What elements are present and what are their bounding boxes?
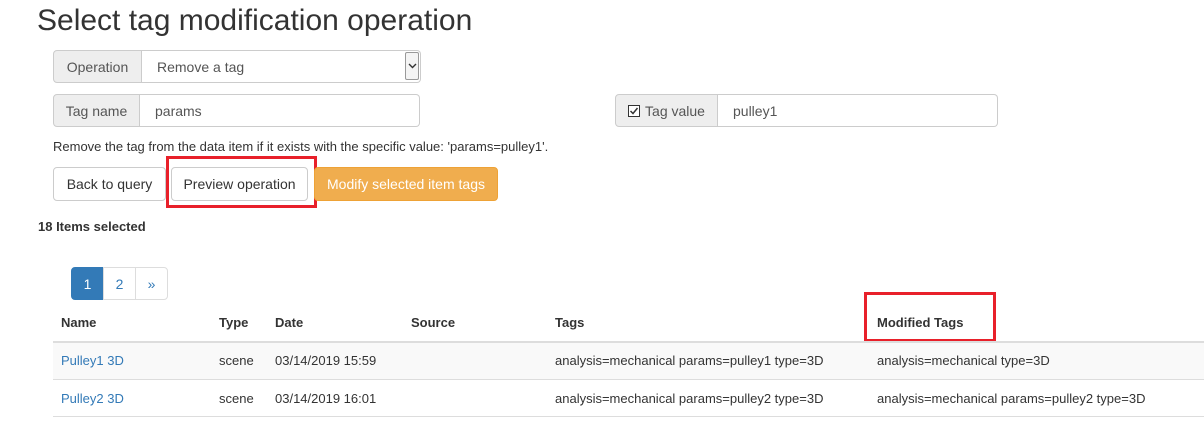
back-to-query-button[interactable]: Back to query <box>53 167 166 201</box>
item-type: scene <box>219 391 254 406</box>
chevron-down-icon[interactable] <box>405 52 419 80</box>
modify-selected-item-tags-button[interactable]: Modify selected item tags <box>314 167 498 201</box>
tag-value-checkbox[interactable] <box>628 104 641 117</box>
tag-value-label: Tag value <box>645 102 705 119</box>
page-2-link[interactable]: 2 <box>103 267 136 300</box>
item-date: 03/14/2019 15:59 <box>275 353 377 368</box>
item-date: 03/14/2019 16:01 <box>275 391 377 406</box>
operation-select[interactable]: Remove a tag <box>142 50 421 83</box>
item-modified-tags: analysis=mechanical params=pulley2 type=… <box>877 391 1146 406</box>
column-header-tags[interactable]: Tags <box>555 315 584 330</box>
item-tags: analysis=mechanical params=pulley1 type=… <box>555 353 824 368</box>
page-1-link[interactable]: 1 <box>71 267 104 300</box>
page-title: Select tag modification operation <box>37 4 473 37</box>
row-divider <box>53 416 1204 417</box>
selection-count: 18 Items selected <box>38 219 146 234</box>
item-tags: analysis=mechanical params=pulley2 type=… <box>555 391 824 406</box>
checkmark-icon <box>630 107 639 115</box>
item-type: scene <box>219 353 254 368</box>
preview-operation-button[interactable]: Preview operation <box>171 167 308 201</box>
operation-description: Remove the tag from the data item if it … <box>53 139 549 154</box>
column-header-date[interactable]: Date <box>275 315 303 330</box>
operation-select-value: Remove a tag <box>157 58 245 75</box>
next-page-link[interactable]: » <box>135 267 168 300</box>
column-header-name[interactable]: Name <box>61 315 96 330</box>
item-name-link[interactable]: Pulley1 3D <box>61 353 124 368</box>
column-header-source[interactable]: Source <box>411 315 455 330</box>
row-divider <box>53 379 1204 380</box>
item-modified-tags: analysis=mechanical type=3D <box>877 353 1050 368</box>
operation-label: Operation <box>53 50 142 83</box>
item-name-link[interactable]: Pulley2 3D <box>61 391 124 406</box>
tag-name-input[interactable]: params <box>140 94 420 127</box>
tag-name-label: Tag name <box>53 94 140 127</box>
pagination: 1 2 » <box>71 267 168 300</box>
tag-value-input[interactable]: pulley1 <box>718 94 998 127</box>
tag-value-addon: Tag value <box>615 94 718 127</box>
column-header-modified-tags[interactable]: Modified Tags <box>877 315 963 330</box>
column-header-type[interactable]: Type <box>219 315 248 330</box>
